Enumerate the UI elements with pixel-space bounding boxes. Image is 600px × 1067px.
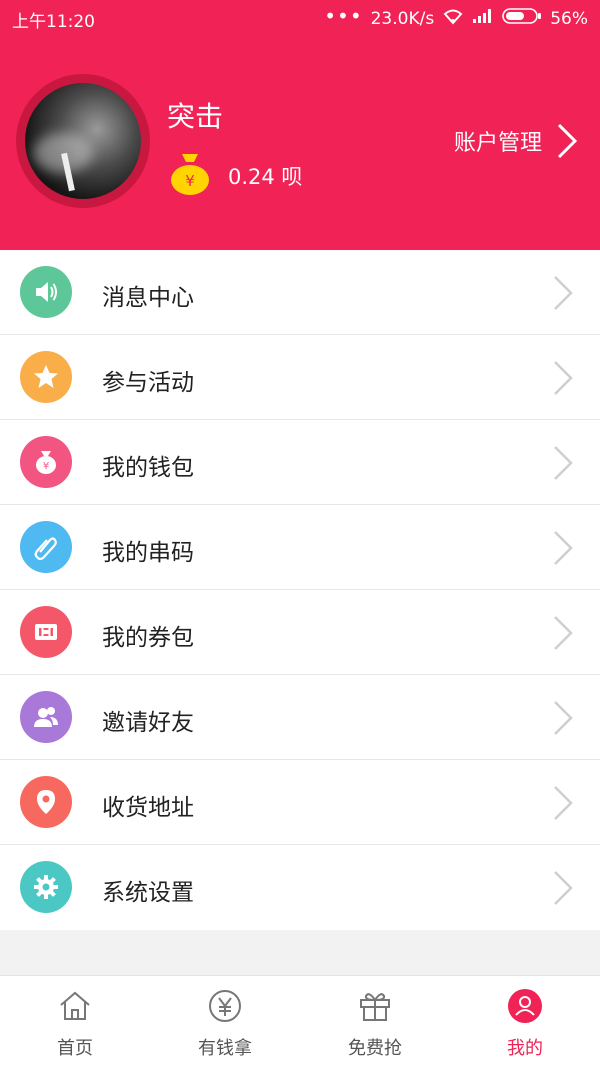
paperclip-icon [20,521,72,573]
tab-label: 我的 [507,1038,543,1059]
yen-coin-icon [209,990,241,1022]
menu-item-serial-codes[interactable]: 我的串码 [0,505,600,590]
tab-label: 有钱拿 [198,1038,252,1059]
profile-icon [508,989,542,1023]
wallet-bag-icon: ¥ [20,436,72,488]
menu-list: 消息中心 参与活动 ¥ 我的钱包 我的串码 我的券包 邀请好友 收货地址 系统设… [0,250,600,930]
signal-icon [472,8,494,29]
menu-item-coupons[interactable]: 我的券包 [0,590,600,675]
chevron-right-icon [554,871,573,905]
svg-text:¥: ¥ [185,172,195,190]
menu-item-label: 参与活动 [102,370,194,396]
menu-item-settings[interactable]: 系统设置 [0,845,600,930]
balance: 0.24 呗 [228,165,303,189]
ticket-icon [20,606,72,658]
status-right: ••• 23.0K/s 56% [324,3,588,30]
chevron-right-icon [554,361,573,395]
menu-item-label: 消息中心 [102,285,194,311]
chevron-right-icon [554,786,573,820]
chevron-right-icon [554,616,573,650]
home-icon [60,991,90,1020]
battery-icon [502,8,542,29]
menu-item-activities[interactable]: 参与活动 [0,335,600,420]
chevron-right-icon [554,446,573,480]
location-pin-icon [20,776,72,828]
menu-item-shipping-address[interactable]: 收货地址 [0,760,600,845]
tab-home[interactable]: 首页 [0,976,150,1067]
star-icon [20,351,72,403]
menu-item-messages[interactable]: 消息中心 [0,250,600,335]
account-management-link[interactable]: 账户管理 [454,122,578,160]
avatar[interactable] [16,74,150,208]
gift-icon [360,993,390,1021]
menu-item-label: 系统设置 [102,880,194,906]
account-management-label: 账户管理 [453,131,542,156]
status-bar: 上午11:20 ••• 23.0K/s 56% [0,0,600,36]
tab-free-grab[interactable]: 免费抢 [300,976,450,1067]
menu-item-label: 收货地址 [102,795,194,821]
profile-header: 上午11:20 ••• 23.0K/s 56% 突击 ¥ 0.24 呗 账户管理 [0,0,600,250]
tab-mine[interactable]: 我的 [450,976,600,1067]
money-bag-icon: ¥ [171,154,209,195]
menu-item-label: 我的串码 [102,540,194,566]
username: 突击 [167,100,224,133]
network-speed: 23.0K/s [370,8,435,29]
battery-percent: 56% [550,8,588,29]
chevron-right-icon [554,531,573,565]
status-time: 上午11:20 [12,12,95,32]
chevron-right-icon [554,701,573,735]
more-dots-icon: ••• [324,3,363,28]
menu-item-label: 我的钱包 [102,455,194,481]
menu-item-label: 邀请好友 [102,710,194,736]
avatar-photo [25,83,141,199]
chevron-right-icon [557,123,578,159]
svg-text:¥: ¥ [43,461,49,472]
tab-label: 首页 [57,1038,93,1059]
menu-item-wallet[interactable]: ¥ 我的钱包 [0,420,600,505]
wifi-icon [442,7,464,30]
chevron-right-icon [554,276,573,310]
gear-icon [20,861,72,913]
tab-label: 免费抢 [348,1038,402,1059]
speaker-icon [20,266,72,318]
menu-item-invite-friends[interactable]: 邀请好友 [0,675,600,760]
bottom-tab-bar: 首页 有钱拿 免费抢 我的 [0,975,600,1067]
tab-earn-money[interactable]: 有钱拿 [150,976,300,1067]
friends-icon [20,691,72,743]
menu-item-label: 我的券包 [102,625,194,651]
